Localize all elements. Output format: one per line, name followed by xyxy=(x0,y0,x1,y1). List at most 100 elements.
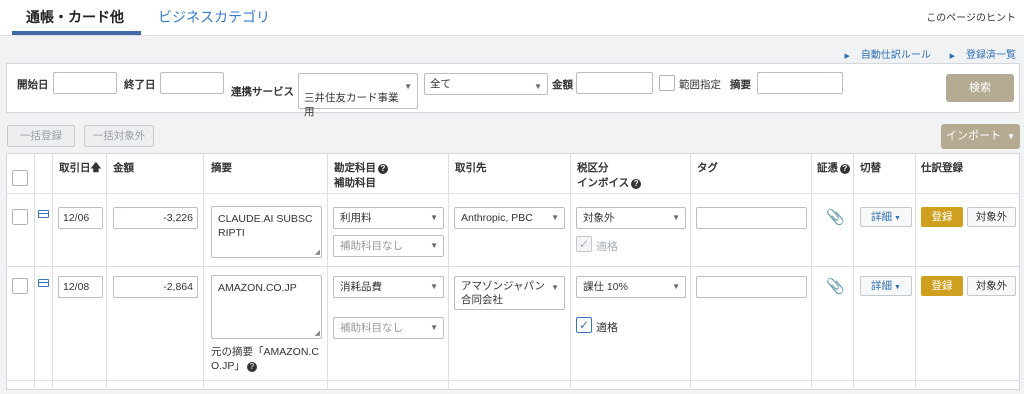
partner-select[interactable]: アマゾンジャパン 合同会社 ▼ xyxy=(454,276,565,310)
account-select[interactable]: 消耗品費 ▼ xyxy=(333,276,444,298)
tag-input[interactable] xyxy=(696,276,807,298)
tab-accounts-cards[interactable]: 通帳・カード他 xyxy=(26,7,124,27)
paperclip-icon[interactable]: 📎 xyxy=(826,277,845,295)
original-memo-text: 元の摘要「AMAZON.C O.JP」 xyxy=(211,346,319,372)
partner-value: アマゾンジャパン 合同会社 xyxy=(461,280,545,306)
transactions-table: 取引日🡅 金額 摘要 勘定科目? 補助科目 取引先 税区分 インボイス? タグ … xyxy=(6,153,1020,390)
search-button[interactable]: 検索 xyxy=(946,74,1014,102)
caret-down-icon: ▼ xyxy=(894,215,901,222)
end-date-input[interactable] xyxy=(160,72,224,94)
tax-header: 税区分 インボイス? xyxy=(577,161,642,191)
chevron-down-icon: ▼ xyxy=(551,283,559,292)
auto-rules-label: 自動仕訳ルール xyxy=(860,50,931,61)
bulk-exclude-button[interactable]: 一括対象外 xyxy=(84,125,154,147)
exclude-button[interactable]: 対象外 xyxy=(967,207,1016,227)
caret-down-icon: ▼ xyxy=(894,284,901,291)
column-divider xyxy=(690,154,691,389)
account-select[interactable]: 利用料 ▼ xyxy=(333,207,444,229)
select-all-checkbox[interactable] xyxy=(12,170,28,186)
toggle-header: 切替 xyxy=(860,162,881,174)
end-date-label: 終了日 xyxy=(124,79,156,91)
tab-business-category[interactable]: ビジネスカテゴリ xyxy=(158,7,270,27)
detail-button[interactable]: 詳細 ▼ xyxy=(860,276,912,296)
paperclip-icon[interactable]: 📎 xyxy=(826,208,845,226)
chevron-down-icon: ▼ xyxy=(430,323,438,332)
partner-value: Anthropic, PBC xyxy=(461,212,533,224)
row-divider xyxy=(7,266,1019,267)
bulk-register-button[interactable]: 一括登録 xyxy=(7,125,75,147)
tax-select[interactable]: 課仕 10% ▼ xyxy=(576,276,686,298)
service-select[interactable]: 三井住友カード事業 用 ▼ xyxy=(298,73,418,118)
sort-date-header[interactable]: 取引日🡅 xyxy=(59,161,101,176)
date-input[interactable]: 12/06 xyxy=(58,207,103,229)
memo-textarea[interactable]: AMAZON.CO.JP ◢ xyxy=(211,275,322,339)
sub-account-select[interactable]: 補助科目なし ▼ xyxy=(333,317,444,339)
tax-select[interactable]: 対象外 ▼ xyxy=(576,207,686,229)
question-circle-icon[interactable]: ? xyxy=(631,179,642,189)
sub-account-header-label: 補助科目 xyxy=(334,177,376,189)
row-checkbox[interactable] xyxy=(12,209,28,225)
partner-header: 取引先 xyxy=(455,162,487,174)
amount-input[interactable] xyxy=(576,72,653,94)
memo-text: AMAZON.CO.JP xyxy=(218,282,297,294)
column-divider xyxy=(853,154,854,389)
evidence-header: 証憑? xyxy=(817,161,850,176)
sub-account-value: 補助科目なし xyxy=(340,322,403,334)
chevron-down-icon: ▼ xyxy=(430,213,438,222)
partner-select[interactable]: Anthropic, PBC ▼ xyxy=(454,207,565,229)
chevron-down-icon: ▼ xyxy=(430,241,438,250)
range-label: 範囲指定 xyxy=(679,79,721,91)
invoice-checkbox[interactable]: ✓ xyxy=(576,236,592,252)
status-select[interactable]: 全て ▼ xyxy=(424,73,548,95)
date-input[interactable]: 12/08 xyxy=(58,276,103,298)
amount-header: 金額 xyxy=(113,162,134,174)
invoice-header-label: インボイス xyxy=(577,177,630,189)
tag-input[interactable] xyxy=(696,207,807,229)
register-button[interactable]: 登録 xyxy=(921,207,963,227)
registered-list-link[interactable]: ▶ 登録済一覧 xyxy=(942,50,1016,61)
import-label: インポート xyxy=(946,130,1001,142)
registered-list-label: 登録済一覧 xyxy=(966,50,1016,61)
range-checkbox[interactable] xyxy=(659,75,675,91)
row-checkbox[interactable] xyxy=(12,278,28,294)
page-hint-link[interactable]: このページのヒント xyxy=(926,9,1016,24)
service-select-value: 三井住友カード事業 用 xyxy=(304,92,399,118)
import-button[interactable]: インポート ▼ xyxy=(941,124,1020,149)
invoice-label: 適格 xyxy=(596,241,618,253)
chevron-down-icon: ▼ xyxy=(430,282,438,291)
row-divider xyxy=(7,193,1019,194)
sub-account-select[interactable]: 補助科目なし ▼ xyxy=(333,235,444,257)
start-date-label: 開始日 xyxy=(17,79,49,91)
amount-input[interactable]: -3,226 xyxy=(113,207,198,229)
detail-button[interactable]: 詳細 ▼ xyxy=(860,207,912,227)
question-circle-icon[interactable]: ? xyxy=(840,164,850,174)
chevron-down-icon: ▼ xyxy=(551,213,559,222)
auto-rules-link[interactable]: ▶ 自動仕訳ルール xyxy=(836,50,930,61)
resize-handle-icon[interactable]: ◢ xyxy=(315,249,320,256)
tax-value: 課仕 10% xyxy=(583,281,628,293)
credit-card-icon xyxy=(38,279,49,287)
date-header-label: 取引日 xyxy=(59,162,91,174)
column-divider xyxy=(106,154,107,389)
tag-header: タグ xyxy=(697,162,718,174)
memo-textarea[interactable]: CLAUDE.AI SUBSC RIPTI ◢ xyxy=(211,206,322,258)
chevron-down-icon: ▼ xyxy=(534,82,542,91)
resize-handle-icon[interactable]: ◢ xyxy=(315,330,320,337)
evidence-header-label: 証憑 xyxy=(817,162,838,174)
column-divider xyxy=(34,154,35,389)
column-divider xyxy=(811,154,812,389)
amount-input[interactable]: -2,864 xyxy=(113,276,198,298)
memo-label: 摘要 xyxy=(730,79,751,91)
entry-header: 仕訳登録 xyxy=(921,162,963,174)
memo-input[interactable] xyxy=(757,72,843,94)
start-date-input[interactable] xyxy=(53,72,117,94)
register-button[interactable]: 登録 xyxy=(921,276,963,296)
filter-panel: 開始日 終了日 連携サービス 三井住友カード事業 用 ▼ 全て ▼ 金額 範囲指… xyxy=(6,63,1020,118)
account-value: 消耗品費 xyxy=(340,281,382,293)
question-circle-icon[interactable]: ? xyxy=(246,362,257,372)
triangle-right-icon: ▶ xyxy=(844,53,850,60)
question-circle-icon[interactable]: ? xyxy=(378,164,388,174)
invoice-checkbox[interactable]: ✓ xyxy=(576,317,592,333)
amount-label: 金額 xyxy=(552,79,573,91)
exclude-button[interactable]: 対象外 xyxy=(967,276,1016,296)
